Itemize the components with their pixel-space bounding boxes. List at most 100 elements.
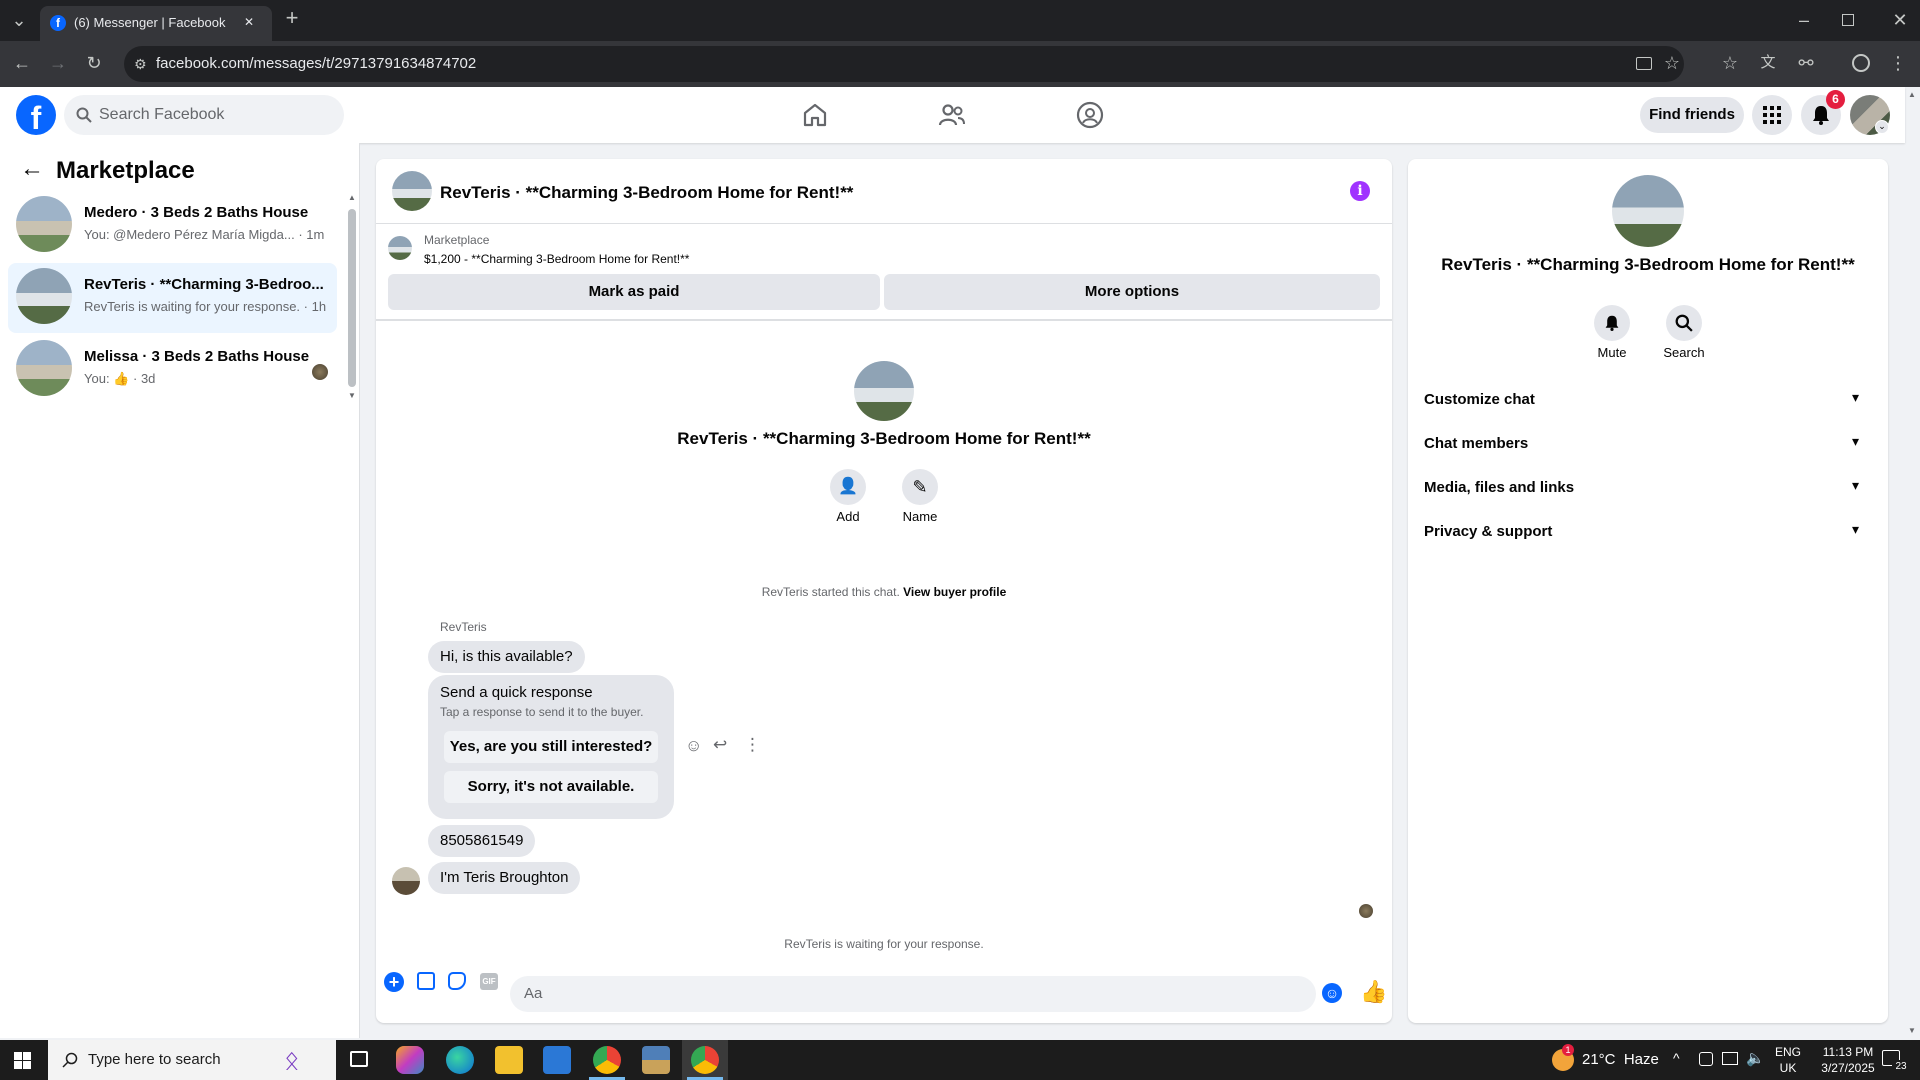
install-app-icon[interactable] (1636, 57, 1652, 70)
taskbar-search-input[interactable]: Type here to search ᛟ (48, 1040, 336, 1080)
listing-label: Marketplace (424, 233, 490, 247)
mark-as-paid-button[interactable]: Mark as paid (388, 274, 880, 310)
section-label: Customize chat (1424, 391, 1535, 408)
chat-started-notice: RevTeris started this chat. View buyer p… (376, 585, 1392, 599)
waiting-notice: RevTeris is waiting for your response. (784, 937, 984, 951)
conversation-item[interactable]: Melissa · 3 Beds 2 Baths House You: 👍 · … (8, 335, 337, 405)
info-icon[interactable]: i (1350, 181, 1370, 201)
close-tab-icon[interactable]: ✕ (244, 15, 254, 29)
address-bar[interactable]: ⚙ facebook.com/messages/t/29713791634874… (124, 46, 1684, 82)
scrollbar-thumb[interactable] (348, 209, 356, 387)
back-icon[interactable]: ← (10, 53, 34, 73)
profile-icon[interactable] (1852, 54, 1870, 72)
chrome-icon[interactable] (593, 1046, 621, 1074)
volume-icon[interactable]: 🔈 (1746, 1049, 1765, 1067)
notification-center-count: 23 (1892, 1060, 1910, 1074)
file-explorer-icon[interactable] (495, 1046, 523, 1074)
message-bubble[interactable]: I'm Teris Broughton (428, 862, 581, 894)
windows-start-icon[interactable] (14, 1052, 31, 1069)
network-icon[interactable] (1722, 1052, 1738, 1065)
more-actions-icon[interactable]: ⋮ (744, 735, 761, 755)
bell-icon (1605, 315, 1619, 331)
scroll-up-arrow[interactable]: ▲ (348, 193, 356, 202)
chrome-profile-icon[interactable] (691, 1046, 719, 1074)
snippet-prefix: You: (84, 371, 110, 386)
link-icon[interactable]: ⚯ (1794, 53, 1818, 73)
home-icon[interactable] (802, 102, 828, 128)
browser-tab-bar: ⌄ f (6) Messenger | Facebook ✕ + – ✕ (0, 0, 1920, 41)
browser-tab[interactable]: f (6) Messenger | Facebook ✕ (40, 6, 272, 41)
weather-text[interactable]: 21°C Haze (1582, 1051, 1659, 1068)
account-chevron-icon[interactable]: ⌄ (1875, 120, 1889, 134)
restore-icon[interactable] (1842, 14, 1854, 26)
find-friends-button[interactable]: Find friends (1640, 97, 1744, 133)
bookmark-star-icon[interactable]: ☆ (1660, 53, 1684, 73)
page-scroll-up[interactable]: ▲ (1908, 90, 1916, 99)
back-arrow-icon[interactable]: ← (20, 155, 44, 183)
show-hidden-icons[interactable]: ^ (1673, 1050, 1680, 1066)
favorites-icon[interactable]: ☆ (1718, 53, 1742, 73)
chat-avatar[interactable] (392, 171, 432, 211)
conversation-item[interactable]: Medero · 3 Beds 2 Baths House You: @Mede… (8, 191, 337, 261)
more-options-button[interactable]: More options (884, 274, 1380, 310)
forward-icon[interactable]: → (46, 53, 70, 73)
language-indicator[interactable]: ENG UK (1774, 1044, 1802, 1076)
photos-icon[interactable] (642, 1046, 670, 1074)
section-label: Chat members (1424, 435, 1529, 452)
conversation-title: Medero · 3 Beds 2 Baths House (84, 204, 309, 221)
clock[interactable]: 11:13 PM 3/27/2025 (1808, 1044, 1888, 1076)
sticker-icon[interactable] (448, 972, 466, 990)
menu-grid-button[interactable] (1752, 95, 1792, 135)
edit-name-button[interactable]: ✎ (902, 469, 938, 505)
reply-icon[interactable]: ↩ (713, 735, 727, 755)
site-info-icon[interactable]: ⚙ (134, 56, 150, 72)
facebook-logo-icon[interactable]: f (16, 95, 56, 135)
facebook-search-input[interactable]: Search Facebook (64, 95, 344, 135)
react-emoji-icon[interactable]: ☺ (685, 736, 702, 756)
gif-icon[interactable]: GIF (480, 973, 498, 990)
reload-icon[interactable]: ↻ (82, 53, 106, 73)
quick-reply-no-button[interactable]: Sorry, it's not available. (444, 771, 658, 803)
chat-members-section[interactable]: Chat members ▾ (1424, 425, 1872, 465)
store-icon[interactable] (543, 1046, 571, 1074)
add-people-button[interactable]: 👤 (830, 469, 866, 505)
chat-header-title[interactable]: RevTeris · **Charming 3-Bedroom Home for… (440, 183, 853, 203)
scroll-down-arrow[interactable]: ▼ (348, 391, 356, 400)
view-buyer-profile-link[interactable]: View buyer profile (903, 585, 1006, 599)
tab-search-icon[interactable]: ⌄ (8, 10, 30, 30)
language-line-2: UK (1779, 1061, 1797, 1075)
photo-icon[interactable] (417, 972, 435, 990)
meet-now-icon[interactable] (1699, 1052, 1713, 1066)
search-button[interactable] (1666, 305, 1702, 341)
emoji-icon[interactable]: ☺ (1322, 983, 1342, 1003)
conversation-item-active[interactable]: RevTeris · **Charming 3-Bedroo... RevTer… (8, 263, 337, 333)
quick-reply-yes-button[interactable]: Yes, are you still interested? (444, 731, 658, 763)
facebook-favicon-icon: f (50, 15, 66, 31)
copilot-icon[interactable] (396, 1046, 424, 1074)
like-thumb-icon[interactable]: 👍 (1360, 979, 1387, 1005)
facebook-header: f Search Facebook Find friends 6 ⌄ (0, 87, 1905, 143)
customize-chat-section[interactable]: Customize chat ▾ (1424, 381, 1872, 421)
quick-response-title: Send a quick response (440, 684, 593, 701)
listing-text[interactable]: $1,200 - **Charming 3-Bedroom Home for R… (424, 252, 689, 266)
message-bubble[interactable]: Hi, is this available? (428, 641, 585, 673)
new-tab-button[interactable]: + (280, 7, 304, 29)
media-files-links-section[interactable]: Media, files and links ▾ (1424, 469, 1872, 509)
plus-icon[interactable]: + (384, 972, 404, 992)
translate-icon[interactable]: 文 (1756, 53, 1780, 73)
edge-icon[interactable] (446, 1046, 474, 1074)
minimize-icon[interactable]: – (1792, 10, 1816, 30)
sender-avatar (392, 867, 420, 895)
close-window-icon[interactable]: ✕ (1888, 10, 1912, 30)
friends-icon[interactable] (938, 102, 966, 128)
groups-icon[interactable] (1076, 101, 1104, 129)
awareness-ribbon-icon: ᛟ (284, 1045, 300, 1075)
language-line-1: ENG (1774, 1045, 1801, 1059)
message-bubble[interactable]: 8505861549 (428, 825, 536, 857)
task-view-icon[interactable] (350, 1051, 368, 1067)
privacy-support-section[interactable]: Privacy & support ▾ (1424, 513, 1872, 553)
message-input[interactable]: Aa (510, 976, 1316, 1012)
page-scroll-down[interactable]: ▼ (1908, 1026, 1916, 1035)
menu-dots-icon[interactable]: ⋮ (1888, 53, 1908, 73)
mute-button[interactable] (1594, 305, 1630, 341)
